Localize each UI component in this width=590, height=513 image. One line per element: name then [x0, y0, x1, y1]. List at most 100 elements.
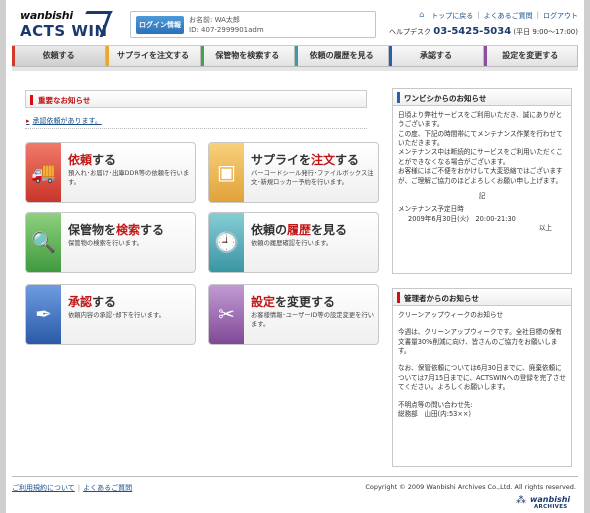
notice-text: 不明点等の問い合わせ先: — [398, 400, 473, 409]
important-notice-header: 重要なお知らせ — [25, 90, 367, 108]
card-approve[interactable]: ✒ 承認する 依頼内容の承認･却下を行います。 — [25, 284, 196, 345]
notice-text: お客様にはご不便をおかけして大変恐縮ではございますが、ご理解ご協力のほどよろしく… — [398, 167, 563, 185]
nav-item-order-supply[interactable]: サプライを注文する — [106, 46, 201, 66]
nav-label: 承認する — [419, 51, 452, 60]
card-history[interactable]: 🕘 依頼の履歴を見る 依頼の履歴確認を行います。 — [208, 212, 379, 273]
divider — [25, 128, 367, 129]
notice-text: 日頃より弊社サービスをご利用いただき、誠にありがとうございます。 — [398, 111, 563, 129]
truck-icon: 🚚 — [31, 160, 56, 184]
home-icon: ⌂ — [419, 10, 425, 19]
important-notice-title: 重要なお知らせ — [38, 96, 91, 105]
logo-wanbishi-text: wanbishi — [20, 9, 73, 22]
card-title: 依頼の履歴を見る — [251, 223, 348, 237]
main-nav: 依頼する サプライを注文する 保管物を検索する 依頼の履歴を見る 承認する 設定… — [12, 45, 578, 67]
card-search[interactable]: 🔍 保管物を検索する 保管物の検索を行います。 — [25, 212, 196, 273]
notice-marker — [30, 95, 33, 105]
link-top[interactable]: トップに戻る — [431, 11, 473, 21]
tools-icon: ✂ — [218, 302, 235, 326]
card-title: 承認する — [68, 295, 117, 309]
admin-notice-title: 管理者からのお知らせ — [404, 294, 479, 303]
notice-text: この度、下記の時間帯にてメンテナンス作業を行わせていただきます。 — [398, 129, 563, 148]
separator: | — [536, 11, 539, 19]
notice-marker — [397, 292, 400, 303]
card-description: お客様情報･ユーザーID等の設定変更を行います。 — [251, 312, 375, 328]
card-description: 依頼の履歴確認を行います。 — [251, 240, 333, 247]
user-name: お名前: WA太郎 — [189, 16, 240, 24]
separator: | — [77, 484, 81, 492]
pen-icon: ✒ — [35, 302, 52, 326]
nav-item-request[interactable]: 依頼する — [12, 46, 107, 66]
notice-ki: 記 — [478, 191, 486, 200]
footer-logo-subtext: ARCHIVES — [534, 504, 568, 510]
notice-text: なお、保管依頼については6月30日までに、廃棄依頼については7月15日までに、A… — [398, 364, 566, 392]
logo-actswin-text: ACTS WIN — [20, 22, 108, 40]
nav-stripe — [294, 46, 298, 66]
nav-stripe — [200, 46, 204, 66]
card-settings[interactable]: ✂ 設定を変更する お客様情報･ユーザーID等の設定変更を行います。 — [208, 284, 379, 345]
nav-label: 保管物を検索する — [215, 51, 280, 60]
approval-request-text: 承認依頼があります。 — [32, 117, 102, 125]
wanbishi-notice-box: ワンビシからのお知らせ 日頃より弊社サービスをご利用いただき、誠にありがとうござ… — [392, 88, 572, 274]
nav-label: 設定を変更する — [502, 51, 559, 60]
schedule-label: メンテナンス予定日時 — [398, 205, 464, 214]
nav-stripe — [12, 46, 15, 66]
footer-link-terms[interactable]: ご利用規約について — [12, 484, 75, 492]
help-desk-label: ヘルプデスク — [389, 28, 432, 36]
card-description: バーコードシール発行･ファイルボックス注文･新規ロッカー予約を行います。 — [251, 170, 374, 186]
logo-mark-icon: ⁂ — [516, 495, 526, 506]
nav-subbar — [12, 67, 578, 71]
arrow-right-icon: ▸ — [26, 117, 30, 125]
admin-notice-header: 管理者からのお知らせ — [393, 289, 571, 306]
nav-label: 依頼の履歴を見る — [309, 51, 374, 60]
footer-links: ご利用規約について | よくあるご質問 — [12, 483, 132, 493]
footer-link-faq[interactable]: よくあるご質問 — [83, 484, 132, 492]
card-title: 依頼する — [68, 153, 117, 167]
user-id: ID: 407-2999901adm — [189, 26, 264, 34]
card-order-supply[interactable]: ▣ サプライを注文する バーコードシール発行･ファイルボックス注文･新規ロッカー… — [208, 142, 379, 203]
wanbishi-notice-body: 日頃より弊社サービスをご利用いただき、誠にありがとうございます。 この度、下記の… — [393, 106, 571, 233]
footer-divider — [12, 476, 578, 477]
wanbishi-notice-header: ワンビシからのお知らせ — [393, 89, 571, 106]
login-info-panel: ログイン情報 お名前: WA太郎 ID: 407-2999901adm — [130, 11, 376, 38]
card-title: 設定を変更する — [251, 295, 336, 309]
nav-stripe — [483, 46, 487, 66]
notice-text: 今週は、クリーンアップウィークです。全社目標の保有文書量30%削減に向け、皆さん… — [398, 328, 562, 356]
link-faq[interactable]: よくあるご質問 — [484, 11, 533, 21]
card-request[interactable]: 🚚 依頼する 預入れ･お届け･出庫DDR等の依頼を行います。 — [25, 142, 196, 203]
nav-label: 依頼する — [42, 51, 75, 60]
notice-text: 総務部 山田(内:53××) — [398, 409, 471, 418]
wanbishi-archives-logo: ⁂ wanbishi ARCHIVES — [516, 494, 576, 511]
notice-ijo: 以上 — [538, 223, 552, 232]
search-folder-icon: 🔍 — [31, 230, 56, 254]
nav-item-search[interactable]: 保管物を検索する — [200, 46, 295, 66]
notice-text: クリーンアップウィークのお知らせ — [398, 311, 504, 319]
history-document-icon: 🕘 — [214, 230, 239, 254]
card-description: 保管物の検索を行います。 — [68, 240, 143, 247]
schedule-value: 2009年6月30日(火) 20:00-21:30 — [408, 214, 516, 223]
nav-item-approve[interactable]: 承認する — [389, 46, 484, 66]
nav-item-settings[interactable]: 設定を変更する — [483, 46, 578, 66]
admin-notice-body: クリーンアップウィークのお知らせ 今週は、クリーンアップウィークです。全社目標の… — [393, 306, 571, 419]
approval-request-link[interactable]: ▸ 承認依頼があります。 — [26, 116, 102, 126]
page: wanbishi ACTS WIN ログイン情報 お名前: WA太郎 ID: 4… — [6, 0, 584, 513]
top-links: ⌂ トップに戻る | よくあるご質問 | ログアウト — [419, 11, 578, 21]
card-description: 依頼内容の承認･却下を行います。 — [68, 312, 165, 319]
nav-stripe — [106, 46, 110, 66]
nav-stripe — [389, 46, 393, 66]
help-desk-hours: (平日 9:00〜17:00) — [513, 28, 578, 36]
admin-notice-box: 管理者からのお知らせ クリーンアップウィークのお知らせ 今週は、クリーンアップウ… — [392, 288, 572, 467]
nav-label: サプライを注文する — [116, 51, 189, 60]
footer-logo-text: wanbishi — [530, 495, 571, 504]
help-desk-tel: 03-5425-5034 — [433, 26, 512, 37]
nav-item-history[interactable]: 依頼の履歴を見る — [294, 46, 390, 66]
copyright: Copyright © 2009 Wanbishi Archives Co.,L… — [365, 483, 576, 491]
card-description: 預入れ･お届け･出庫DDR等の依頼を行います。 — [68, 170, 190, 186]
separator: | — [477, 11, 480, 19]
box-icon: ▣ — [217, 160, 236, 184]
help-desk: ヘルプデスク 03-5425-5034 (平日 9:00〜17:00) — [389, 26, 578, 37]
link-logout[interactable]: ログアウト — [543, 11, 578, 21]
acts-win-logo[interactable]: wanbishi ACTS WIN — [20, 9, 118, 42]
notice-text: メンテナンス中は断続的にサービスをご利用いただくことができなくなる場合がございま… — [398, 148, 563, 166]
card-title: サプライを注文する — [251, 153, 360, 167]
login-info-button[interactable]: ログイン情報 — [136, 16, 184, 34]
